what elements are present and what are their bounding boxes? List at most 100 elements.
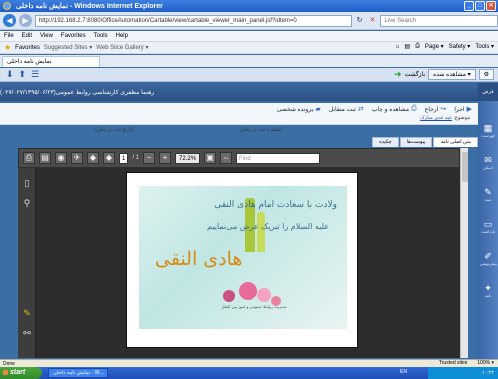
- security-zone: Trusted sites: [438, 360, 468, 366]
- web-slice-gallery-link[interactable]: Web Slice Gallery ▾: [96, 44, 148, 51]
- system-tray: ۱۰:۲۴: [428, 367, 498, 379]
- sidebar-item-scan[interactable]: ✉ اسکن: [480, 155, 496, 171]
- tab-attachments[interactable]: پیوست‌ها: [399, 137, 433, 147]
- menu-help[interactable]: Help: [116, 33, 128, 39]
- refresh-icon[interactable]: ↻: [355, 16, 365, 26]
- safety-menu[interactable]: Safety ▾: [449, 43, 471, 50]
- menu-edit[interactable]: Edit: [22, 33, 32, 39]
- sidebar-item-list[interactable]: ▦ فهرست: [480, 123, 496, 139]
- flower-shape: [239, 282, 257, 300]
- favorites-star-icon: ★: [4, 43, 12, 52]
- pdf-tools-icon[interactable]: ✈: [71, 152, 83, 164]
- language-indicator[interactable]: EN: [400, 369, 407, 375]
- search-input[interactable]: Live Search: [380, 14, 498, 27]
- start-button[interactable]: start: [0, 367, 42, 379]
- register-number: (شماره ثبت در دفتر): [239, 127, 282, 133]
- status-bar: Done Trusted sites 100% ▾: [0, 359, 498, 367]
- home-icon[interactable]: ⌂: [396, 44, 400, 50]
- forward-button[interactable]: ▶: [18, 14, 32, 27]
- sidebar-item-draft[interactable]: ✐ پیش‌نویس: [480, 251, 497, 267]
- flower-shape: [223, 290, 235, 302]
- tab-main-text[interactable]: متن اصلی نامه: [433, 137, 478, 147]
- menu-tools[interactable]: Tools: [94, 33, 108, 39]
- pdf-page-input[interactable]: 1: [119, 152, 129, 164]
- url-field[interactable]: http://192.168.2.7:8080/OfficeAutomation…: [34, 14, 352, 27]
- pdf-find-input[interactable]: Find: [236, 152, 321, 164]
- arrow-up-icon[interactable]: ⬆: [19, 69, 27, 80]
- pdf-zoom-out-icon[interactable]: −: [143, 152, 156, 164]
- clock: ۱۰:۲۴: [481, 370, 494, 376]
- viewed-dropdown[interactable]: مشاهده شده ▾: [428, 69, 476, 80]
- registration-info: (شماره ثبت در دفتر) (تاریخ ثبت در دفتر): [0, 126, 478, 136]
- command-bar: ⌂ ▤ ⎙ Page ▾ Safety ▾ Tools ▾: [396, 43, 494, 50]
- card-footer: مدیریت روابط عمومی و امور بین الملل: [221, 304, 287, 309]
- app-toolbar-right: ➜ بازگشت مشاهده شده ▾ ⚙: [394, 69, 494, 80]
- settings-gear-icon[interactable]: ⚙: [478, 69, 494, 80]
- arrow-down-icon[interactable]: ⬇: [6, 69, 14, 80]
- attachments-icon[interactable]: ⚲: [21, 198, 33, 210]
- menu-file[interactable]: File: [4, 33, 14, 39]
- print-view-icon: ⎙: [411, 105, 417, 112]
- card-calligraphy: هادی النقی: [155, 248, 243, 270]
- refer-icon: ↪: [440, 106, 447, 113]
- greeting-card-image: ولادت با سعادت امام هادی النقی علیه السل…: [139, 186, 347, 329]
- pdf-fit-width-icon[interactable]: ⇔: [220, 152, 233, 164]
- sidebar-item-letter[interactable]: ✦ نامه: [480, 283, 496, 299]
- letter-title: رهنما مظفری کارشناسی روابط عمومی(۰۲۷/۰۲۷…: [0, 89, 155, 96]
- back-button[interactable]: ◀: [3, 14, 16, 27]
- letter-header: رهنما مظفری کارشناسی روابط عمومی(۰۲۷/۰۲۷…: [0, 83, 478, 101]
- paperclip-icon[interactable]: ⚯: [21, 328, 33, 340]
- mutual-register-button[interactable]: ⇄ ثبت متقابل: [329, 105, 364, 113]
- menu-view[interactable]: View: [40, 33, 53, 39]
- pdf-fit-page-icon[interactable]: ▣: [204, 152, 217, 164]
- actions-panel: ▶ اجرا ↪ ارجاع ⎙ مشاهده و چاپ ⇄ ثبت متقابل ▰…: [0, 103, 478, 125]
- menu-favorites[interactable]: Favorites: [61, 33, 86, 39]
- personal-file-button[interactable]: ▰ پرونده شخصی: [277, 105, 321, 113]
- pdf-page: ولادت با سعادت امام هادی النقی علیه السل…: [126, 172, 358, 348]
- status-text: Done: [3, 360, 15, 367]
- back-arrow-icon[interactable]: ➜: [394, 69, 402, 80]
- print-icon[interactable]: ⎙: [415, 43, 420, 50]
- minimize-button[interactable]: _: [464, 1, 474, 11]
- refer-button[interactable]: ↪ ارجاع: [425, 105, 447, 113]
- pdf-scrollbar[interactable]: [460, 148, 468, 358]
- flower-shape: [257, 288, 271, 302]
- pdf-print-icon[interactable]: ⎙: [23, 152, 35, 164]
- content-tabs: متن اصلی نامه پیوست‌ها چکیده: [372, 137, 478, 147]
- app-toolbar: ⬇ ⬆ ☰ ➜ بازگشت مشاهده شده ▾ ⚙: [0, 68, 498, 82]
- zoom-level[interactable]: 100% ▾: [477, 360, 494, 366]
- exchange-icon: ⇄: [357, 106, 364, 113]
- sidebar-item-document[interactable]: ✎ سند: [480, 187, 496, 203]
- view-print-button[interactable]: ⎙ مشاهده و چاپ: [372, 105, 417, 113]
- execute-icon: ▶: [466, 106, 472, 113]
- list-icon[interactable]: ☰: [31, 69, 39, 80]
- tab-summary[interactable]: چکیده: [372, 137, 399, 147]
- suggested-sites-link[interactable]: Suggested Sites ▾: [44, 44, 92, 51]
- right-sidebar: ▦ فهرست ✉ اسکن ✎ سند ▭ یادداشت ✐ پیش‌نویس ✦ نا…: [478, 101, 498, 359]
- pages-thumbnail-icon[interactable]: ▯: [21, 178, 33, 190]
- pdf-zoom-in-icon[interactable]: +: [159, 152, 172, 164]
- window-controls: _ □ ✕: [464, 1, 496, 11]
- close-button[interactable]: ✕: [486, 1, 496, 11]
- page-menu[interactable]: Page ▾: [425, 43, 444, 50]
- maximize-button[interactable]: □: [475, 1, 485, 11]
- subject-link[interactable]: عید غدیر مبارک: [420, 115, 452, 121]
- comments-icon[interactable]: ✎: [21, 308, 33, 320]
- browser-tab[interactable]: نمایش نامه داخلی: [2, 56, 100, 67]
- pdf-share-icon[interactable]: ◉: [55, 152, 67, 164]
- pdf-next-page-icon[interactable]: ◆: [103, 152, 115, 164]
- tools-menu[interactable]: Tools ▾: [475, 43, 494, 50]
- stop-icon[interactable]: ✕: [368, 16, 378, 26]
- sidebar-item-note[interactable]: ▭ یادداشت: [480, 219, 496, 235]
- favorites-button[interactable]: Favorites: [15, 45, 40, 51]
- pdf-zoom-select[interactable]: 72.2%: [175, 152, 201, 164]
- window-title: نمایش نامه داخلی - Windows Internet Expl…: [16, 3, 163, 10]
- pdf-prev-page-icon[interactable]: ◆: [87, 152, 99, 164]
- return-button[interactable]: بازگشت: [405, 71, 426, 78]
- feeds-icon[interactable]: ▤: [404, 43, 410, 50]
- pdf-save-icon[interactable]: ▤: [39, 152, 51, 164]
- taskbar-ie-item[interactable]: نمایش نامه داخلی - W...: [48, 368, 109, 378]
- execute-button[interactable]: ▶ اجرا: [454, 105, 472, 113]
- side-header-tab[interactable]: فرض جریان: [478, 83, 498, 113]
- subject-label: موضوع:: [453, 115, 470, 121]
